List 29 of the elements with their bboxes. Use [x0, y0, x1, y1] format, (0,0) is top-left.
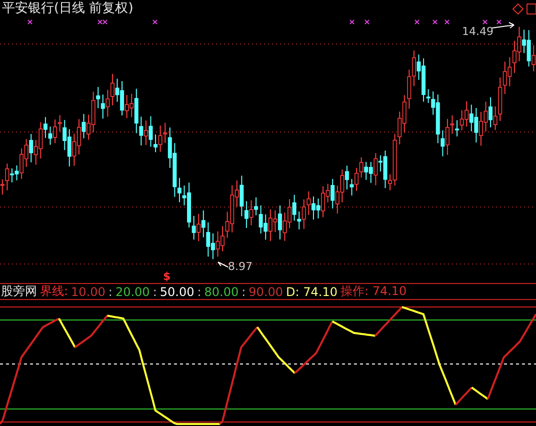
- cross-marker-icon: [364, 19, 370, 25]
- indicator-value: 80.00: [204, 284, 239, 298]
- indicator-value: :: [242, 284, 246, 298]
- indicator-value: :: [152, 284, 157, 298]
- cross-marker-icon: [482, 19, 488, 25]
- cross-marker-icon: [349, 19, 355, 25]
- low-arrow-icon: [218, 262, 228, 268]
- high-arrow-icon: [492, 22, 514, 28]
- indicator-value: :: [197, 284, 202, 298]
- low-price-label: 8.97: [228, 260, 252, 273]
- cross-marker-icon: [152, 19, 158, 25]
- indicator-value: 20.00: [115, 284, 150, 298]
- cross-marker-icon: [27, 19, 33, 25]
- high-price-label: 14.49: [462, 25, 494, 38]
- indicator-name: 股旁网: [1, 283, 37, 300]
- diamond-icon: [512, 3, 524, 15]
- chart-title: 平安银行(日线 前复权): [2, 1, 134, 16]
- indicator-value: 50.00: [160, 284, 194, 298]
- indicator-value: :: [108, 284, 112, 298]
- indicator-value: 10.00: [71, 284, 106, 298]
- signal-mark: $: [163, 270, 171, 283]
- cross-marker-icon: [432, 19, 438, 25]
- cross-marker-icon: [414, 19, 420, 25]
- indicator-value: 界线:: [40, 283, 68, 300]
- indicator-value: 操作: 74.10: [340, 283, 407, 300]
- indicator-value: D: 74.10: [286, 284, 338, 298]
- indicator-value: 90.00: [248, 284, 284, 298]
- cross-marker-icon: [444, 19, 450, 25]
- cross-marker-icon: [496, 19, 502, 25]
